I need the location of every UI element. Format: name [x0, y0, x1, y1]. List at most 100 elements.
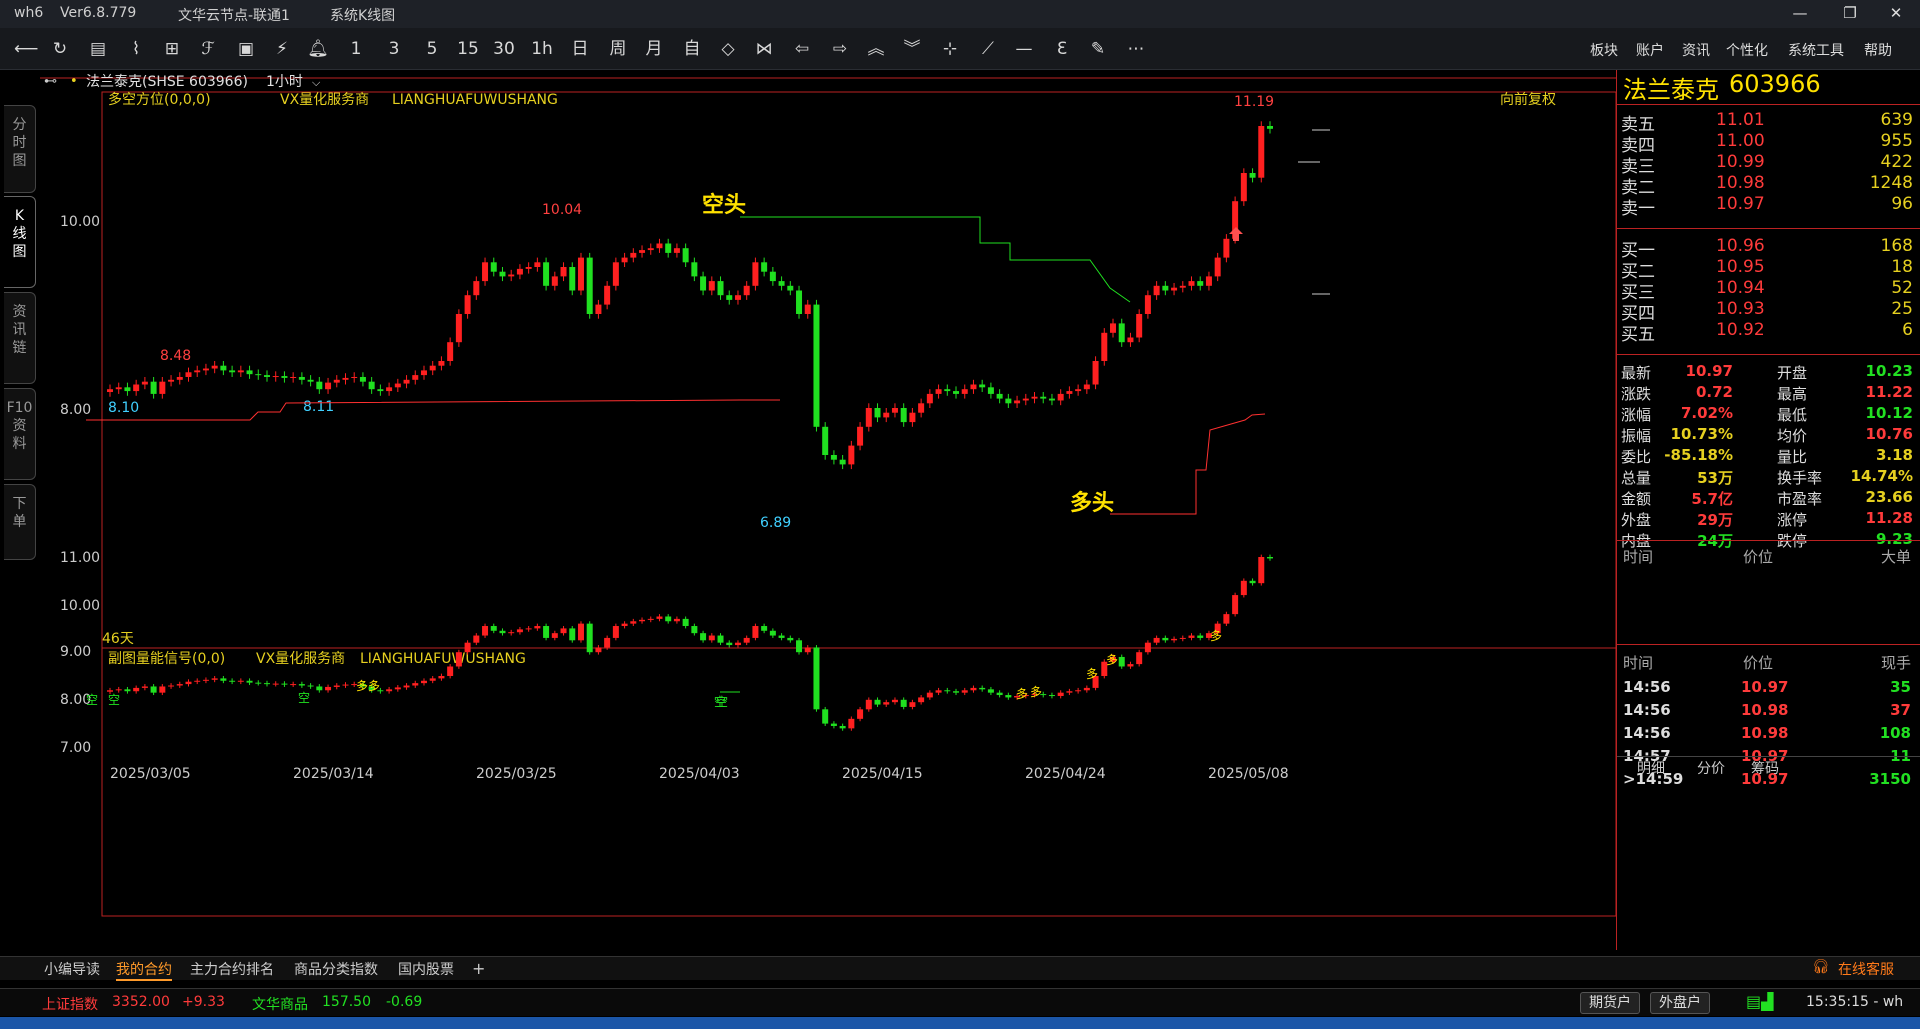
zoom-in-icon[interactable]: ◇: [716, 37, 740, 61]
add-tab-icon[interactable]: +: [472, 959, 485, 978]
period-day-button[interactable]: 日: [568, 37, 592, 61]
tab-domestic-stocks[interactable]: 国内股票: [398, 959, 454, 979]
headset-icon[interactable]: 🎧︎: [1812, 959, 1830, 975]
line-chart-icon[interactable]: ⌇: [124, 37, 148, 61]
candle-body: [1214, 257, 1221, 277]
candle-body: [1153, 285, 1160, 296]
bear-signal: 空: [86, 693, 98, 707]
candle-body: [647, 248, 654, 251]
period-15-button[interactable]: 15: [456, 37, 480, 61]
candle-body: [778, 635, 785, 638]
candle-body: [490, 262, 497, 272]
candle-icon[interactable]: ⊞: [160, 37, 184, 61]
hline-icon[interactable]: —: [1012, 37, 1036, 61]
adjust-mode[interactable]: 向前复权: [1500, 91, 1556, 108]
flash-icon[interactable]: ⚡: [270, 37, 294, 61]
back-icon[interactable]: ⟵: [14, 37, 38, 61]
candle-body: [647, 618, 654, 620]
candle-body: [874, 699, 881, 705]
period-3-button[interactable]: 3: [382, 37, 406, 61]
period-5-button[interactable]: 5: [420, 37, 444, 61]
period-month-button[interactable]: 月: [642, 37, 666, 61]
candle-body: [1188, 635, 1195, 638]
trendline-icon[interactable]: ⟋: [976, 37, 1000, 61]
candle-body: [368, 381, 375, 390]
candle-body: [176, 376, 183, 380]
sub-y-tick-7: 7.00: [60, 740, 91, 756]
right-icon[interactable]: ⇨: [828, 37, 852, 61]
more-icon[interactable]: ⋯: [1124, 37, 1148, 61]
candle-body: [176, 684, 183, 686]
indicator-icon[interactable]: ℱ: [196, 37, 220, 61]
tab-commodity-index[interactable]: 商品分类指数: [294, 959, 378, 979]
candle-body: [543, 626, 550, 638]
tab-my-contracts[interactable]: 我的合约: [116, 959, 172, 981]
bear-signal: 空: [716, 695, 728, 709]
tab-price-dist[interactable]: 分价: [1697, 758, 1725, 778]
ask-row[interactable]: 卖一 10.97 96: [1617, 192, 1920, 219]
candle-body: [665, 616, 672, 622]
tab-order[interactable]: 下 单: [4, 484, 36, 560]
minimize-icon[interactable]: —: [1780, 4, 1820, 22]
refresh-icon[interactable]: ↻: [48, 37, 72, 61]
kline-icon[interactable]: ▣: [234, 37, 258, 61]
menu-news[interactable]: 资讯: [1682, 40, 1710, 60]
candle-body: [761, 626, 768, 631]
index1-value: 3352.00: [112, 994, 170, 1010]
candle-body: [1110, 323, 1117, 333]
bid-row[interactable]: 买五 10.92 6: [1617, 318, 1920, 345]
tab-f10[interactable]: F10 资 料: [4, 388, 36, 480]
tab-kline[interactable]: K 线 图: [4, 196, 36, 288]
kline-chart[interactable]: ⊷ • 法兰泰克(SHSE 603966) 1小时 ⌵ 向前复权 多空方位(0,…: [40, 70, 1616, 956]
tab-detail[interactable]: 明细: [1637, 758, 1665, 778]
candle-body: [804, 647, 811, 653]
bell-icon[interactable]: 🔔︎: [306, 37, 330, 61]
period-1h-button[interactable]: 1h: [530, 37, 554, 61]
candle-body: [1171, 638, 1178, 641]
menu-personalize[interactable]: 个性化: [1726, 40, 1768, 60]
period-1-button[interactable]: 1: [344, 37, 368, 61]
candle-body: [133, 384, 140, 392]
tab-timeshare[interactable]: 分 时 图: [4, 105, 36, 193]
left-icon[interactable]: ⇦: [790, 37, 814, 61]
bull-signal: 多: [1106, 653, 1118, 667]
tab-chips[interactable]: 筹码: [1751, 758, 1779, 778]
tab-editor-guide[interactable]: 小编导读: [44, 959, 100, 979]
futures-account-button[interactable]: 期货户: [1580, 992, 1640, 1014]
link-icon[interactable]: ⊷: [44, 74, 57, 89]
candle-body: [211, 365, 218, 369]
menu-sector[interactable]: 板块: [1590, 40, 1618, 60]
fib-icon[interactable]: Ɛ: [1050, 37, 1074, 61]
tab-news-chain[interactable]: 资 讯 链: [4, 292, 36, 384]
crosshair-icon[interactable]: ⊹: [938, 37, 962, 61]
menu-account[interactable]: 账户: [1636, 40, 1664, 60]
main-indicator-name[interactable]: 多空方位(0,0,0): [108, 91, 211, 108]
period-30-button[interactable]: 30: [492, 37, 516, 61]
candle-body: [429, 678, 436, 681]
close-icon[interactable]: ✕: [1876, 4, 1916, 22]
down-icon[interactable]: ︾: [900, 37, 924, 61]
candle-body: [229, 680, 236, 682]
menu-help[interactable]: 帮助: [1864, 40, 1892, 60]
sub-indicator-name[interactable]: 副图量能信号(0,0): [108, 651, 225, 667]
candle-body: [281, 683, 288, 685]
eraser-icon[interactable]: ✎: [1086, 37, 1110, 61]
low-label-2: 8.11: [303, 399, 334, 415]
period-custom-button[interactable]: 自: [680, 37, 704, 61]
maximize-icon[interactable]: ❐: [1830, 4, 1870, 22]
list-icon[interactable]: ▤: [86, 37, 110, 61]
candle-body: [979, 687, 986, 690]
zoom-out-icon[interactable]: ⋈: [752, 37, 776, 61]
server-node[interactable]: 文华云节点-联通1: [178, 5, 290, 25]
tab-main-contract-rank[interactable]: 主力合约排名: [190, 959, 274, 979]
chevron-down-icon[interactable]: ⌵: [312, 76, 321, 89]
os-taskbar: [0, 1017, 1920, 1029]
period-week-button[interactable]: 周: [606, 37, 630, 61]
candle-body: [525, 628, 532, 630]
menu-system-tools[interactable]: 系统工具: [1788, 40, 1844, 60]
online-service-link[interactable]: 在线客服: [1838, 959, 1894, 979]
up-icon[interactable]: ︽: [864, 37, 888, 61]
foreign-account-button[interactable]: 外盘户: [1650, 992, 1710, 1014]
candle-body: [778, 281, 785, 286]
chart-period-select[interactable]: 1小时: [266, 74, 303, 90]
